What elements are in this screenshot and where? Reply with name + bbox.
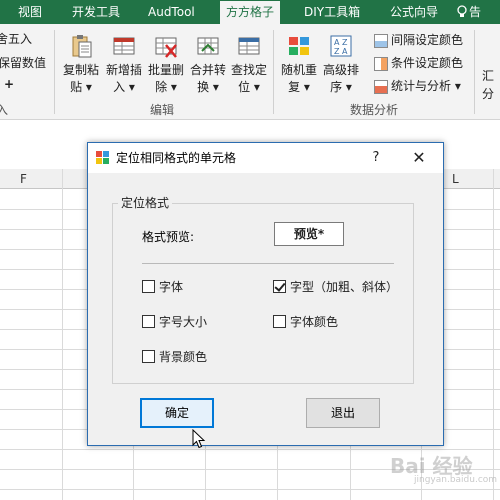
find-locate-button[interactable]: 查找定 位 ▾ <box>228 32 270 96</box>
copy-paste-label-2: 贴 ▾ <box>70 80 92 94</box>
group-label-partial: 入 <box>0 103 9 117</box>
stats-analysis-label: 统计与分析 ▾ <box>391 79 461 93</box>
svg-text:Z: Z <box>342 38 348 47</box>
keep-values-button[interactable]: 保留数值 <box>0 54 46 71</box>
lightbulb-icon[interactable] <box>456 5 468 19</box>
random-repeat-label-1: 随机重 <box>280 63 317 77</box>
copy-paste-button[interactable]: 复制粘 贴 ▾ <box>60 32 102 96</box>
insert-button[interactable]: 新增插 入 ▾ <box>103 32 145 96</box>
interval-color-button[interactable]: 间隔设定颜色 <box>374 30 463 50</box>
plus-icon[interactable]: + <box>4 77 14 91</box>
stats-analysis-icon <box>374 79 388 94</box>
help-button[interactable]: ? <box>366 143 386 173</box>
tab-view[interactable]: 视图 <box>18 0 42 24</box>
dialog-titlebar[interactable]: 定位相同格式的单元格 ? ✕ <box>88 143 443 173</box>
tab-diy-toolbox[interactable]: DIY工具箱 <box>304 0 360 24</box>
close-icon[interactable]: ✕ <box>408 143 430 173</box>
stats-analysis-button[interactable]: 统计与分析 ▾ <box>374 76 461 96</box>
checkbox-background-color-box[interactable] <box>142 350 155 363</box>
checkbox-font-color-box[interactable] <box>273 315 286 328</box>
condition-color-button[interactable]: 条件设定颜色 <box>374 53 463 73</box>
grid-line <box>62 169 63 500</box>
clipboard-icon <box>72 35 92 58</box>
format-preview-label: 格式预览: <box>142 230 195 244</box>
ribbon-tab-bar: 视图 开发工具 AudTool 方方格子 DIY工具箱 公式向导 告 <box>0 0 500 24</box>
tab-developer[interactable]: 开发工具 <box>72 0 120 24</box>
checkbox-font-label: 字体 <box>159 280 184 294</box>
group-label-data-analysis: 数据分析 <box>350 103 399 117</box>
checkbox-font-box[interactable] <box>142 280 155 293</box>
locate-same-format-dialog: 定位相同格式的单元格 ? ✕ 定位格式 格式预览: 预览* 字体 字型（加粗、斜… <box>87 142 444 446</box>
sort-az-icon: A ZZ A <box>330 35 352 57</box>
group-label-edit: 编辑 <box>150 103 175 117</box>
condition-color-icon <box>374 56 388 71</box>
checkbox-font-size-box[interactable] <box>142 315 155 328</box>
svg-text:A: A <box>334 38 340 47</box>
ribbon-separator <box>474 30 475 114</box>
advanced-sort-label-1: 高级排 <box>322 63 359 77</box>
random-repeat-button[interactable]: 随机重 复 ▾ <box>278 32 320 96</box>
advanced-sort-button[interactable]: AZZA 高级排 序 ▾ <box>320 32 362 96</box>
round-button[interactable]: 舍五入 <box>0 30 32 47</box>
mouse-cursor-icon <box>192 429 206 449</box>
ok-button[interactable]: 确定 <box>140 398 214 428</box>
watermark-url: jingyan.baidu.com <box>414 475 498 485</box>
checkbox-font-color[interactable]: 字体颜色 <box>273 314 338 330</box>
find-locate-icon <box>238 37 260 55</box>
exit-button[interactable]: 退出 <box>306 398 380 428</box>
ribbon-separator <box>54 30 55 114</box>
groupbox-divider <box>142 263 394 264</box>
groupbox-title: 定位格式 <box>118 194 173 211</box>
column-header-l[interactable]: L <box>452 169 459 189</box>
dialog-app-icon <box>96 151 109 164</box>
tab-formula-wizard[interactable]: 公式向导 <box>390 0 438 24</box>
find-locate-label-1: 查找定 <box>230 63 267 77</box>
grid-line <box>493 169 494 500</box>
format-preview-box: 预览* <box>274 222 344 246</box>
summary-button-partial[interactable]: 汇 <box>482 67 494 84</box>
batch-delete-label-1: 批量删 <box>147 63 184 77</box>
merge-convert-button[interactable]: 合并转 换 ▾ <box>187 32 229 96</box>
merge-convert-label-2: 换 ▾ <box>197 80 219 94</box>
insert-label-2: 入 ▾ <box>113 80 135 94</box>
svg-text:A: A <box>342 47 348 56</box>
find-locate-label-2: 位 ▾ <box>238 80 260 94</box>
interval-color-icon <box>374 33 388 48</box>
ribbon-panel: 舍五入 保留数值 + 入 复制粘 贴 ▾ 新增插 入 ▾ 批量删 除 ▾ 合并转… <box>0 24 500 120</box>
checkbox-font[interactable]: 字体 <box>142 279 183 295</box>
checkbox-background-color[interactable]: 背景颜色 <box>142 349 207 365</box>
checkbox-font-style-box[interactable] <box>273 280 286 293</box>
insert-rows-icon <box>113 37 135 55</box>
random-repeat-label-2: 复 ▾ <box>288 80 310 94</box>
interval-color-label: 间隔设定颜色 <box>391 33 464 47</box>
column-header-f[interactable]: F <box>20 169 27 189</box>
grid-line <box>0 489 500 490</box>
batch-delete-label-2: 除 ▾ <box>155 80 177 94</box>
ribbon-separator <box>273 30 274 114</box>
checkbox-font-size[interactable]: 字号大小 <box>142 314 207 330</box>
checkbox-font-color-label: 字体颜色 <box>290 315 339 329</box>
condition-color-label: 条件设定颜色 <box>391 56 464 70</box>
checkbox-font-style-label: 字型（加粗、斜体） <box>290 280 399 294</box>
merge-convert-icon <box>197 37 219 55</box>
random-repeat-icon <box>289 37 309 55</box>
insert-label-1: 新增插 <box>105 63 142 77</box>
checkbox-background-color-label: 背景颜色 <box>159 350 208 364</box>
tab-audtool[interactable]: AudTool <box>148 0 195 24</box>
batch-delete-button[interactable]: 批量删 除 ▾ <box>145 32 187 96</box>
checkbox-font-style[interactable]: 字型（加粗、斜体） <box>273 279 398 295</box>
svg-text:Z: Z <box>334 47 340 56</box>
tab-fangfanggezi[interactable]: 方方格子 <box>220 1 281 24</box>
delete-cells-icon <box>155 37 177 58</box>
checkbox-font-size-label: 字号大小 <box>159 315 208 329</box>
summary-button-partial-2[interactable]: 分 <box>482 85 494 102</box>
tell-me-label[interactable]: 告 <box>469 0 481 24</box>
merge-convert-label-1: 合并转 <box>189 63 226 77</box>
copy-paste-label-1: 复制粘 <box>62 63 99 77</box>
advanced-sort-label-2: 序 ▾ <box>330 80 352 94</box>
dialog-title: 定位相同格式的单元格 <box>116 151 237 165</box>
